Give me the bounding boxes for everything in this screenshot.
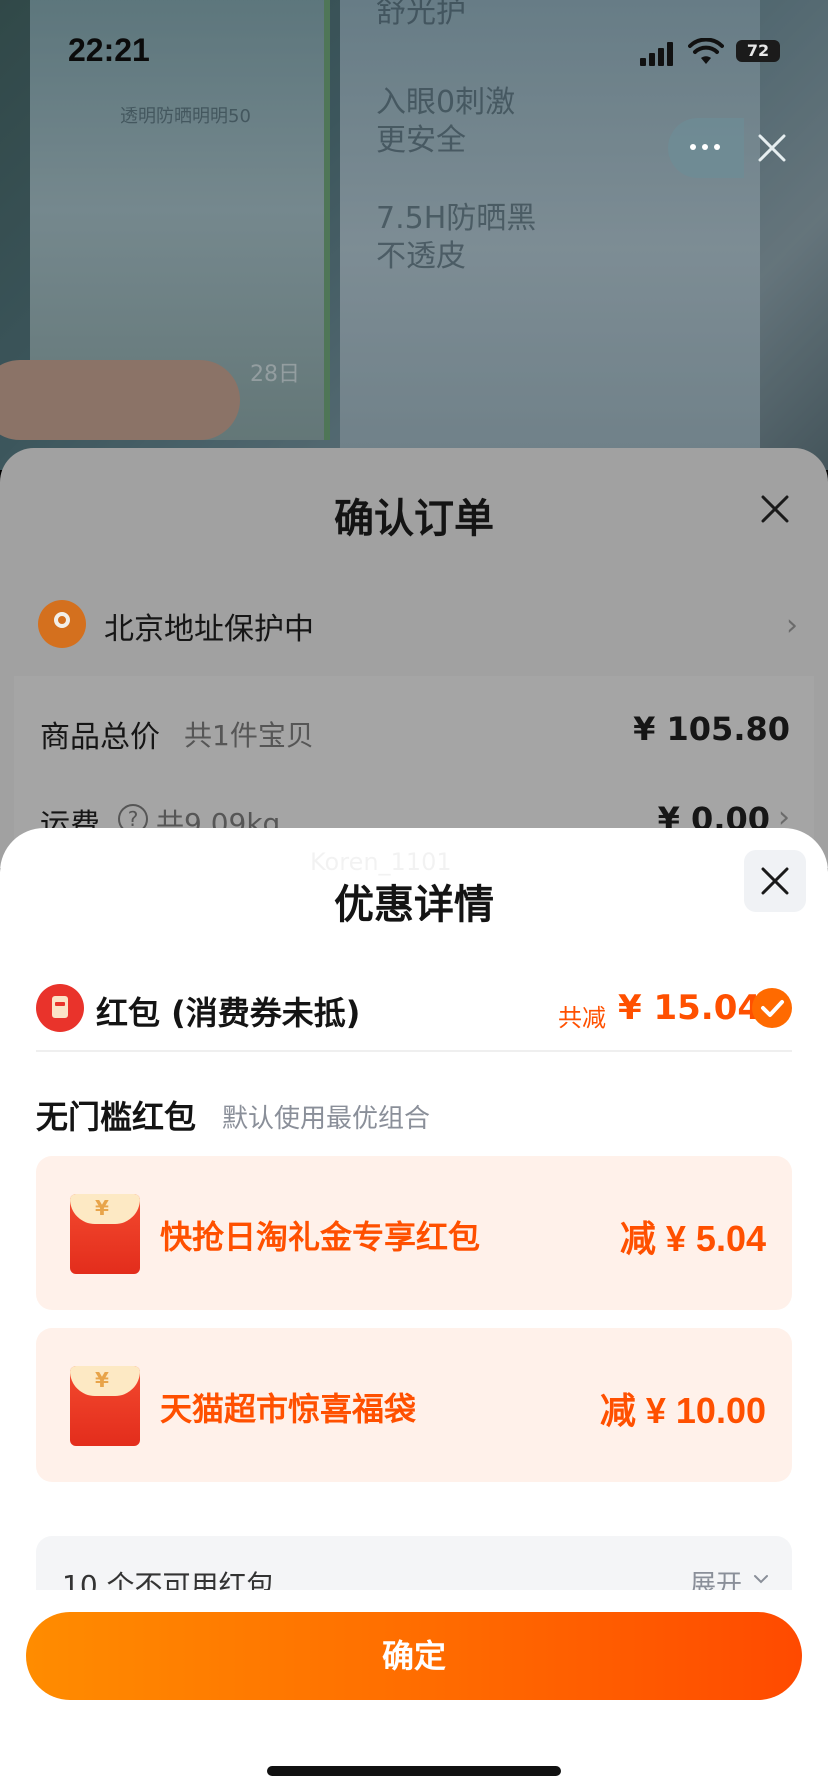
redpack-summary-row[interactable]: 红包 (消费券未抵) 共减 ¥ 15.04 — [36, 982, 792, 1036]
video-close-icon[interactable] — [756, 132, 788, 164]
coupon-name: 快抢日淘礼金专享红包 — [160, 1218, 481, 1256]
more-dots-icon — [690, 144, 720, 150]
bottom-bar: 确定 — [0, 1590, 828, 1792]
more-options-button[interactable] — [668, 118, 744, 178]
coupon-amount: 减 ¥ 10.00 — [599, 1390, 766, 1431]
red-envelope-icon: ¥ — [70, 1366, 140, 1446]
battery-icon: 72 — [736, 40, 780, 62]
coupon-name: 天猫超市惊喜福袋 — [160, 1390, 417, 1428]
order-sheet: 确认订单 北京地址保护中 › 商品总价 共1件宝贝 ¥ 105.80 运费 ? … — [0, 448, 828, 876]
status-time: 22:21 — [68, 32, 150, 68]
status-bar: 22:21 72 — [0, 0, 828, 100]
home-indicator — [267, 1766, 561, 1776]
red-envelope-icon: ¥ — [70, 1194, 140, 1274]
price-value: ¥ 105.80 — [633, 710, 790, 748]
address-row[interactable]: 北京地址保护中 › — [38, 600, 798, 650]
confirm-button[interactable]: 确定 — [26, 1612, 802, 1700]
coupon-amount: 减 ¥ 5.04 — [619, 1218, 766, 1259]
redpack-title: 红包 (消费券未抵) — [96, 994, 361, 1032]
price-label: 商品总价 — [40, 720, 160, 755]
sheet-title: 优惠详情 — [334, 882, 494, 928]
section-subtitle: 默认使用最优组合 — [222, 1104, 431, 1134]
divider — [36, 1050, 792, 1052]
red-envelope-icon — [36, 984, 84, 1032]
price-sub: 共1件宝贝 — [184, 719, 314, 752]
address-text: 北京地址保护中 — [104, 612, 314, 647]
check-icon[interactable] — [752, 988, 792, 1028]
sheet-close-button[interactable] — [744, 850, 806, 912]
wifi-icon — [688, 38, 724, 64]
order-title: 确认订单 — [334, 496, 494, 542]
order-close-icon[interactable] — [760, 494, 790, 524]
chevron-right-icon: › — [786, 608, 798, 643]
section-title: 无门槛红包 — [36, 1098, 197, 1136]
signal-icon — [640, 42, 674, 66]
location-pin-icon — [38, 600, 86, 648]
total-price-row: 商品总价 共1件宝贝 ¥ 105.80 — [40, 708, 790, 755]
total-discount-label: 共减 — [558, 1004, 606, 1032]
coupon-card[interactable]: ¥ 快抢日淘礼金专享红包 减 ¥ 5.04 — [36, 1156, 792, 1310]
total-discount-value: ¥ 15.04 — [618, 988, 762, 1028]
coupon-card[interactable]: ¥ 天猫超市惊喜福袋 减 ¥ 10.00 — [36, 1328, 792, 1482]
close-icon — [761, 867, 789, 895]
chevron-down-icon — [754, 1575, 768, 1584]
